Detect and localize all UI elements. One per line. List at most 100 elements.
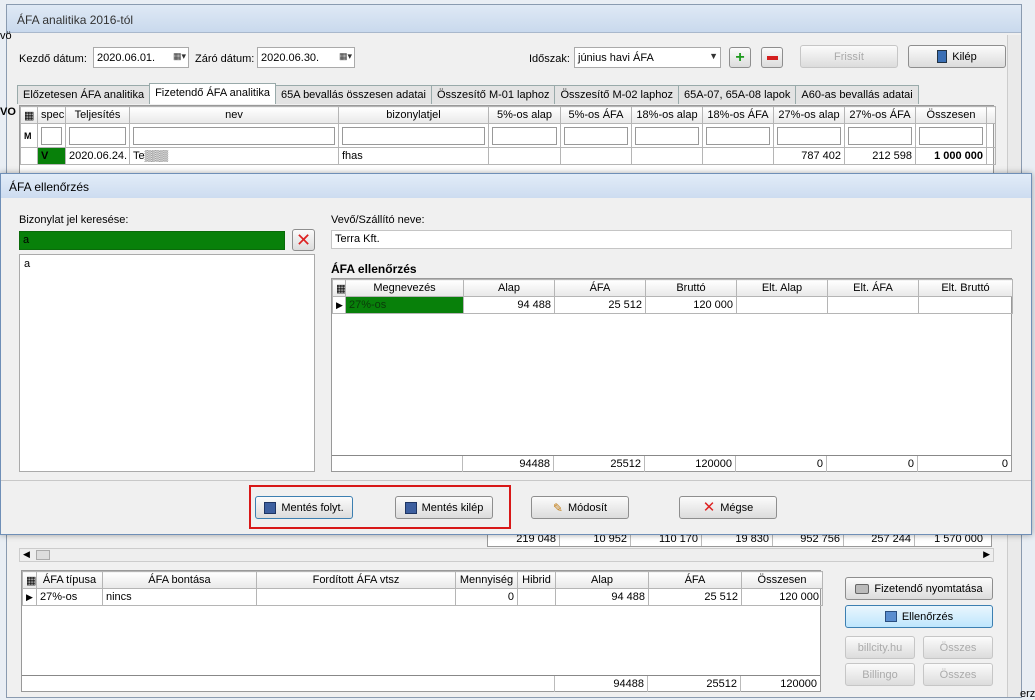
save-exit-button[interactable]: Mentés kilép xyxy=(395,496,493,519)
tab-m02[interactable]: Összesítő M-02 laphoz xyxy=(554,85,679,104)
col-18-alap[interactable]: 18%-os alap xyxy=(631,106,703,124)
col-elt-afa[interactable]: Elt. ÁFA xyxy=(827,279,919,297)
cell-5-alap[interactable] xyxy=(488,147,561,165)
table-row[interactable]: ▶ 27%-os nincs 0 94 488 25 512 120 000 xyxy=(22,588,823,606)
col-elt-brutto[interactable]: Elt. Bruttó xyxy=(918,279,1013,297)
col-hibrid[interactable]: Hibrid xyxy=(517,571,556,589)
remove-button[interactable] xyxy=(761,47,783,68)
calendar-dropdown-icon[interactable]: ▦▾ xyxy=(173,51,186,62)
partner-field[interactable]: Terra Kft. xyxy=(331,230,1012,249)
refresh-button[interactable]: Frissít xyxy=(800,45,898,68)
col-5-afa[interactable]: 5%-os ÁFA xyxy=(560,106,632,124)
col-27-afa[interactable]: 27%-os ÁFA xyxy=(844,106,916,124)
cell-27-alap[interactable]: 787 402 xyxy=(773,147,845,165)
calendar-dropdown-icon[interactable]: ▦▾ xyxy=(339,51,352,62)
tab-input-vat[interactable]: Előzetesen ÁFA analitika xyxy=(17,85,151,104)
scroll-right-icon[interactable]: ▶ xyxy=(983,549,990,560)
check-grid-settings-icon[interactable]: ▦ xyxy=(332,279,346,297)
billingo-button[interactable]: Billingo xyxy=(845,663,915,686)
period-select[interactable]: június havi ÁFA ▼ xyxy=(574,47,721,68)
filter-cell[interactable] xyxy=(560,123,632,148)
cell-alap[interactable]: 94 488 xyxy=(555,588,649,606)
cell-megnevezes[interactable]: 27%-os xyxy=(345,296,464,314)
filter-cell[interactable] xyxy=(37,123,66,148)
col-27-alap[interactable]: 27%-os alap xyxy=(773,106,845,124)
cell-5-afa[interactable] xyxy=(560,147,632,165)
cell-teljesites[interactable]: 2020.06.24. xyxy=(65,147,130,165)
tab-65a07[interactable]: 65A-07, 65A-08 lapok xyxy=(677,85,797,104)
list-item[interactable]: a xyxy=(20,255,314,273)
col-5-alap[interactable]: 5%-os alap xyxy=(488,106,561,124)
document-list[interactable]: a xyxy=(19,254,315,472)
end-date-picker[interactable]: 2020.06.30. ▦▾ xyxy=(257,47,355,68)
col-spec[interactable]: spec xyxy=(37,106,66,124)
table-row[interactable]: V 2020.06.24. Te▒▒▒ fhas 787 402 212 598… xyxy=(20,147,996,165)
cell-elt-brutto[interactable] xyxy=(918,296,1013,314)
sum-button-1[interactable]: Összes xyxy=(923,636,993,659)
col-alap[interactable]: Alap xyxy=(555,571,649,589)
modify-button[interactable]: ✎ Módosít xyxy=(531,496,629,519)
filter-cell[interactable] xyxy=(338,123,489,148)
cell-forditott[interactable] xyxy=(256,588,456,606)
filter-cell[interactable] xyxy=(844,123,916,148)
add-button[interactable]: + xyxy=(729,47,751,68)
cell-afa[interactable]: 25 512 xyxy=(554,296,646,314)
cell-bizonylatjel[interactable]: fhas xyxy=(338,147,489,165)
col-afa-bontasa[interactable]: ÁFA bontása xyxy=(102,571,257,589)
filter-cell[interactable] xyxy=(915,123,987,148)
cell-afa-tipusa[interactable]: 27%-os xyxy=(36,588,103,606)
start-date-picker[interactable]: 2020.06.01. ▦▾ xyxy=(93,47,189,68)
cell-afa[interactable]: 25 512 xyxy=(648,588,742,606)
check-button[interactable]: Ellenőrzés xyxy=(845,605,993,628)
scroll-left-icon[interactable]: ◀ xyxy=(23,549,30,560)
scroll-thumb[interactable] xyxy=(36,550,50,560)
cell-27-afa[interactable]: 212 598 xyxy=(844,147,916,165)
col-teljesites[interactable]: Teljesítés xyxy=(65,106,130,124)
filter-cell[interactable] xyxy=(702,123,774,148)
cell-brutto[interactable]: 120 000 xyxy=(645,296,737,314)
billcity-button[interactable]: billcity.hu xyxy=(845,636,915,659)
tab-payable-vat[interactable]: Fizetendő ÁFA analitika xyxy=(149,83,277,104)
filter-cell[interactable] xyxy=(631,123,703,148)
save-continue-button[interactable]: Mentés folyt. xyxy=(255,496,353,519)
col-osszesen[interactable]: Összesen xyxy=(741,571,823,589)
tab-m01[interactable]: Összesítő M-01 laphoz xyxy=(430,85,556,104)
filter-cell[interactable] xyxy=(65,123,130,148)
cell-alap[interactable]: 94 488 xyxy=(463,296,555,314)
filter-cell[interactable] xyxy=(488,123,561,148)
cell-hibrid[interactable] xyxy=(517,588,556,606)
sum-button-2[interactable]: Összes xyxy=(923,663,993,686)
cell-elt-afa[interactable] xyxy=(827,296,919,314)
filter-cell[interactable] xyxy=(129,123,339,148)
col-nev[interactable]: nev xyxy=(129,106,339,124)
table-row[interactable]: ▶ 27%-os 94 488 25 512 120 000 xyxy=(332,296,1013,314)
filter-cell[interactable] xyxy=(773,123,845,148)
col-brutto[interactable]: Bruttó xyxy=(645,279,737,297)
col-alap[interactable]: Alap xyxy=(463,279,555,297)
cell-afa-bontasa[interactable]: nincs xyxy=(102,588,257,606)
col-forditott[interactable]: Fordított ÁFA vtsz xyxy=(256,571,456,589)
bottom-grid-settings-icon[interactable]: ▦ xyxy=(22,571,37,589)
tab-a60[interactable]: A60-as bevallás adatai xyxy=(795,85,919,104)
main-hscrollbar[interactable]: ◀ ▶ xyxy=(19,548,994,562)
cell-18-alap[interactable] xyxy=(631,147,703,165)
col-megnevezes[interactable]: Megnevezés xyxy=(345,279,464,297)
col-18-afa[interactable]: 18%-os ÁFA xyxy=(702,106,774,124)
col-bizonylatjel[interactable]: bizonylatjel xyxy=(338,106,489,124)
cell-spec[interactable]: V xyxy=(37,147,66,165)
col-afa[interactable]: ÁFA xyxy=(648,571,742,589)
print-payable-button[interactable]: Fizetendő nyomtatása xyxy=(845,577,993,600)
chevron-down-icon[interactable]: ▼ xyxy=(709,51,718,61)
exit-button[interactable]: Kilép xyxy=(908,45,1006,68)
search-input[interactable]: a xyxy=(19,231,285,250)
cell-elt-alap[interactable] xyxy=(736,296,828,314)
tab-65a-totals[interactable]: 65A bevallás összesen adatai xyxy=(275,85,432,104)
cell-nev[interactable]: Te▒▒▒ xyxy=(129,147,339,165)
cell-18-afa[interactable] xyxy=(702,147,774,165)
grid-settings-icon[interactable]: ▦ xyxy=(20,106,38,124)
clear-search-button[interactable]: ✕ xyxy=(292,229,315,251)
col-osszesen[interactable]: Összesen xyxy=(915,106,987,124)
cell-osszesen[interactable]: 1 000 000 xyxy=(915,147,987,165)
cell-mennyiseg[interactable]: 0 xyxy=(455,588,518,606)
cell-osszesen[interactable]: 120 000 xyxy=(741,588,823,606)
